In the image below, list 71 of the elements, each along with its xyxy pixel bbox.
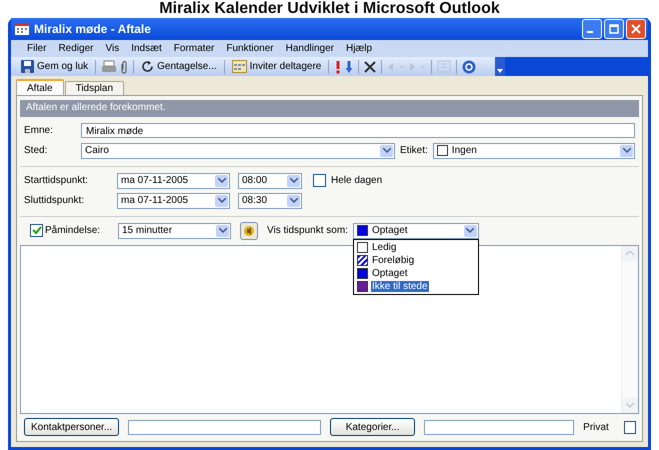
checkbox-label: Hele dagen <box>331 175 382 186</box>
maximize-button[interactable] <box>604 19 624 39</box>
menu-item[interactable]: Hjælp <box>340 43 378 54</box>
page-caption: Miralix Kalender Udviklet i Microsoft Outlook <box>159 0 500 18</box>
dropdown-icon[interactable] <box>216 224 229 236</box>
sound-button[interactable] <box>240 222 258 240</box>
field-label: Vis tidspunkt som: <box>267 225 348 236</box>
exclamation-icon[interactable] <box>334 60 342 74</box>
list-option[interactable]: Ledig <box>370 242 398 252</box>
checkbox-label: Privat <box>583 422 609 432</box>
subject-field[interactable]: Miralix møde <box>81 123 635 138</box>
close-button[interactable] <box>626 19 646 39</box>
date-combo[interactable]: ma 07-11-2005 <box>117 172 230 188</box>
dropdown-icon[interactable] <box>464 224 477 236</box>
save-close-button[interactable]: Gem og luk <box>19 60 90 73</box>
calendar-icon <box>15 23 29 35</box>
dropdown-icon[interactable] <box>215 194 228 206</box>
invite-button[interactable]: Inviter deltagere <box>230 60 324 73</box>
categories-button[interactable]: Kategorier... <box>330 418 416 436</box>
toolbar-options-icon[interactable] <box>495 57 505 76</box>
checkbox-label: Påmindelse: <box>45 225 102 236</box>
menu-item[interactable]: Formater <box>168 43 220 54</box>
down-arrow-icon[interactable] <box>345 60 354 74</box>
contacts-field[interactable] <box>128 420 322 434</box>
date-combo[interactable]: ma 07-11-2005 <box>117 192 230 208</box>
help-icon[interactable] <box>462 60 476 74</box>
dropdown-icon[interactable] <box>380 144 393 156</box>
window-title: Miralix møde - Aftale <box>34 22 151 36</box>
delete-icon[interactable] <box>364 60 376 72</box>
list-option[interactable]: Foreløbig <box>370 254 416 266</box>
close-icon <box>631 24 641 34</box>
contacts-button[interactable]: Kontaktpersoner... <box>24 418 120 436</box>
circular-arrow-icon <box>141 60 154 73</box>
reminder-combo[interactable]: 15 minutter <box>118 222 231 238</box>
dropdown-icon[interactable] <box>215 174 228 186</box>
show-as-combo[interactable]: Optaget <box>352 222 479 238</box>
dropdown-icon[interactable] <box>287 194 300 206</box>
menu-item[interactable]: Funktioner <box>220 43 280 54</box>
field-label: Sted: <box>24 145 48 156</box>
time-combo[interactable]: 08:00 <box>238 172 302 188</box>
paperclip-icon[interactable] <box>120 60 128 74</box>
all-day-checkbox[interactable] <box>313 174 326 187</box>
list-option[interactable]: Optaget <box>370 268 409 278</box>
menu-item[interactable]: Rediger <box>52 43 100 54</box>
location-combo[interactable]: Cairo <box>81 142 395 158</box>
calendar-icon <box>232 60 247 73</box>
field-label: Sluttidspunkt: <box>24 195 86 206</box>
field-label: Emne: <box>24 125 54 136</box>
minimize-icon <box>587 31 593 33</box>
private-checkbox[interactable] <box>624 420 636 434</box>
field-label: Etiket: <box>400 145 428 156</box>
dropdown-icon[interactable] <box>287 174 300 186</box>
minimize-button[interactable] <box>582 19 602 39</box>
dropdown-icon[interactable] <box>620 144 633 156</box>
info-bar: Aftalen er allerede forekommet. <box>20 100 639 117</box>
field-label: Starttidspunkt: <box>24 175 89 186</box>
menu-item[interactable]: Vis <box>99 43 126 54</box>
menu-item[interactable]: Filer <box>21 43 52 54</box>
menu-item[interactable]: Indsæt <box>125 43 168 54</box>
speaker-icon <box>243 224 255 236</box>
categories-field[interactable] <box>424 420 574 434</box>
recurrence-button[interactable]: Gentagelse... <box>139 60 219 73</box>
reminder-checkbox[interactable] <box>30 224 43 237</box>
tab[interactable]: Tidsplan <box>64 81 124 95</box>
label-combo[interactable]: Ingen <box>432 142 635 158</box>
tab[interactable]: Aftale <box>16 79 64 95</box>
time-combo[interactable]: 08:30 <box>238 192 302 208</box>
list-option[interactable]: Ikke til stede <box>370 280 429 292</box>
menu-item[interactable]: Handlinger <box>280 43 340 54</box>
maximize-icon <box>609 24 619 34</box>
print-icon[interactable] <box>101 60 118 74</box>
